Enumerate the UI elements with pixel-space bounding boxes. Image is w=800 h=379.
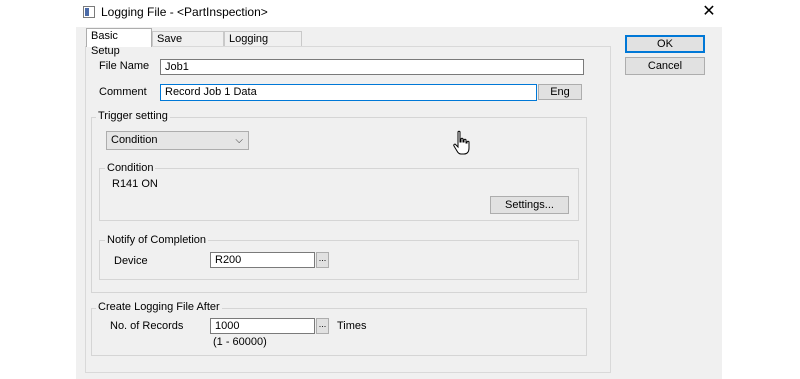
- file-name-label: File Name: [99, 60, 150, 72]
- comment-input[interactable]: Record Job 1 Data: [160, 84, 537, 101]
- tab-logging-device[interactable]: Logging device: [224, 31, 302, 60]
- condition-group-title: Condition: [105, 162, 156, 174]
- settings-button[interactable]: Settings...: [490, 196, 569, 214]
- device-browse-button[interactable]: ...: [316, 252, 329, 268]
- trigger-setting-title: Trigger setting: [96, 110, 170, 122]
- window-title: Logging File - <PartInspection>: [101, 5, 268, 19]
- cancel-button[interactable]: Cancel: [625, 57, 705, 75]
- create-logging-group: [91, 308, 587, 356]
- device-input[interactable]: R200: [210, 252, 315, 268]
- eng-button[interactable]: Eng: [538, 84, 582, 100]
- trigger-mode-value: Condition: [111, 134, 158, 146]
- device-label: Device: [114, 255, 148, 267]
- records-input[interactable]: 1000: [210, 318, 315, 334]
- tab-basic-setup[interactable]: Basic Setup: [86, 28, 152, 57]
- records-range: (1 - 60000): [213, 336, 267, 348]
- records-unit: Times: [337, 320, 367, 332]
- notify-completion-title: Notify of Completion: [105, 234, 209, 246]
- chevron-down-icon: ⌵: [235, 135, 243, 146]
- file-name-input[interactable]: Job1: [160, 59, 584, 75]
- app-icon: [83, 6, 95, 18]
- create-logging-title: Create Logging File After: [96, 301, 222, 313]
- tab-save-setting[interactable]: Save Setting: [152, 31, 224, 60]
- comment-label: Comment: [99, 86, 147, 98]
- hand-cursor-icon: [453, 130, 470, 155]
- trigger-mode-select[interactable]: Condition ⌵: [106, 131, 249, 150]
- close-icon[interactable]: ✕: [697, 2, 721, 24]
- notify-completion-group: [99, 240, 579, 280]
- records-label: No. of Records: [110, 320, 184, 332]
- condition-value: R141 ON: [112, 178, 158, 190]
- records-browse-button[interactable]: ...: [316, 318, 329, 334]
- ok-button[interactable]: OK: [625, 35, 705, 53]
